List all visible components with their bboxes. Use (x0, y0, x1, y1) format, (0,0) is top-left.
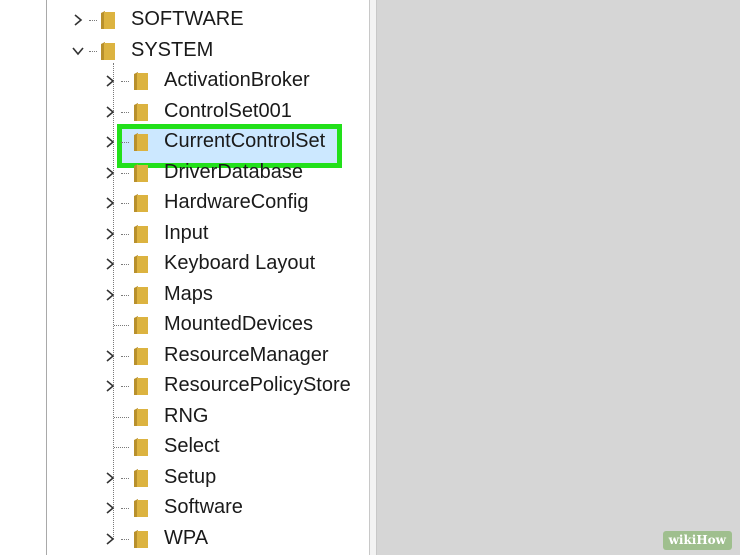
tree-connector-line (121, 142, 129, 144)
tree-connector-line (89, 50, 97, 53)
tree-item-label[interactable]: Software (164, 494, 243, 520)
chevron-right-icon[interactable] (103, 257, 117, 271)
chevron-right-icon[interactable] (103, 227, 117, 241)
folder-icon (100, 41, 116, 61)
folder-icon (133, 132, 149, 152)
folder-icon (133, 224, 149, 244)
wikihow-watermark: wikiHow (662, 531, 732, 550)
tree-connector-line (121, 477, 129, 480)
tree-connector-line (114, 325, 129, 327)
chevron-right-icon[interactable] (103, 74, 117, 88)
tree-item-label[interactable]: HardwareConfig (164, 189, 309, 215)
tree-connector-line (114, 416, 129, 419)
tree-item-label[interactable]: Keyboard Layout (164, 250, 315, 276)
chevron-right-icon[interactable] (71, 13, 85, 27)
folder-icon (133, 193, 149, 213)
tree-connector-line (121, 355, 129, 358)
chevron-right-icon[interactable] (103, 349, 117, 363)
tree-connector-line (121, 81, 129, 83)
folder-icon (133, 376, 149, 396)
tree-connector-line (121, 233, 129, 236)
tree-item-label[interactable]: DriverDatabase (164, 159, 303, 185)
folder-icon (133, 102, 149, 122)
tree-item-label[interactable]: CurrentControlSet (164, 128, 325, 154)
folder-icon (133, 315, 149, 335)
folder-icon (133, 254, 149, 274)
folder-icon (133, 468, 149, 488)
watermark-wiki-text: wiki (668, 533, 697, 547)
tree-item-label[interactable]: Setup (164, 464, 216, 490)
tree-item-label[interactable]: Input (164, 220, 208, 246)
chevron-right-icon[interactable] (103, 288, 117, 302)
folder-icon (133, 285, 149, 305)
tree-connector-line (121, 538, 129, 541)
chevron-right-icon[interactable] (103, 532, 117, 546)
chevron-right-icon[interactable] (103, 135, 117, 149)
chevron-right-icon[interactable] (103, 471, 117, 485)
chevron-down-icon[interactable] (71, 44, 85, 58)
folder-icon (133, 498, 149, 518)
tree-item-label[interactable]: SYSTEM (131, 37, 213, 63)
registry-values-pane[interactable] (377, 0, 740, 555)
tree-item-label[interactable]: MountedDevices (164, 311, 313, 337)
folder-icon (133, 437, 149, 457)
tree-connector-line (114, 447, 129, 449)
tree-connector-line (121, 203, 129, 205)
tree-item-label[interactable]: ActivationBroker (164, 67, 310, 93)
tree-item-label[interactable]: WPA (164, 525, 208, 551)
chevron-right-icon[interactable] (103, 196, 117, 210)
tree-connector-line (121, 172, 129, 175)
tree-connector-line (121, 508, 129, 510)
tree-item-label[interactable]: Select (164, 433, 220, 459)
tree-item-label[interactable]: ResourceManager (164, 342, 329, 368)
tree-connector-line (121, 111, 129, 114)
folder-icon (133, 163, 149, 183)
watermark-how-text: How (696, 533, 726, 547)
chevron-right-icon[interactable] (103, 166, 117, 180)
tree-connector-line (89, 20, 97, 22)
tree-item-label[interactable]: SOFTWARE (131, 6, 244, 32)
tree-item-label[interactable]: ControlSet001 (164, 98, 292, 124)
folder-icon (100, 10, 116, 30)
tree-item-label[interactable]: ResourcePolicyStore (164, 372, 351, 398)
tree-item-label[interactable]: Maps (164, 281, 213, 307)
folder-icon (133, 346, 149, 366)
chevron-right-icon[interactable] (103, 379, 117, 393)
folder-icon (133, 407, 149, 427)
folder-icon (133, 529, 149, 549)
tree-connector-line (121, 386, 129, 388)
chevron-right-icon[interactable] (103, 501, 117, 515)
pane-splitter[interactable] (369, 0, 377, 555)
left-gutter (0, 0, 47, 555)
folder-icon (133, 71, 149, 91)
tree-item-label[interactable]: RNG (164, 403, 208, 429)
tree-connector-line (121, 294, 129, 297)
chevron-right-icon[interactable] (103, 105, 117, 119)
tree-connector-line (121, 264, 129, 266)
